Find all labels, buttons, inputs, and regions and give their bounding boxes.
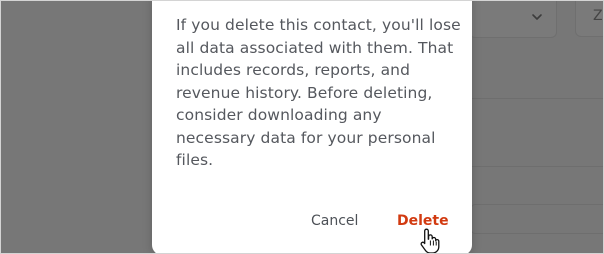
chevron-down-icon [532,14,542,20]
background-divider [471,166,603,167]
delete-contact-dialog: If you delete this contact, you'll lose … [152,1,472,253]
hand-pointer-icon [420,228,440,253]
background-z-button: Z [575,1,603,37]
background-field [471,204,603,234]
background-select [469,1,557,38]
dialog-message: If you delete this contact, you'll lose … [176,16,461,169]
background-z-label: Z [593,8,603,24]
background-divider [471,98,603,99]
screen-frame: Z If you delete this contact, you'll los… [0,0,604,254]
cancel-button[interactable]: Cancel [311,211,358,231]
